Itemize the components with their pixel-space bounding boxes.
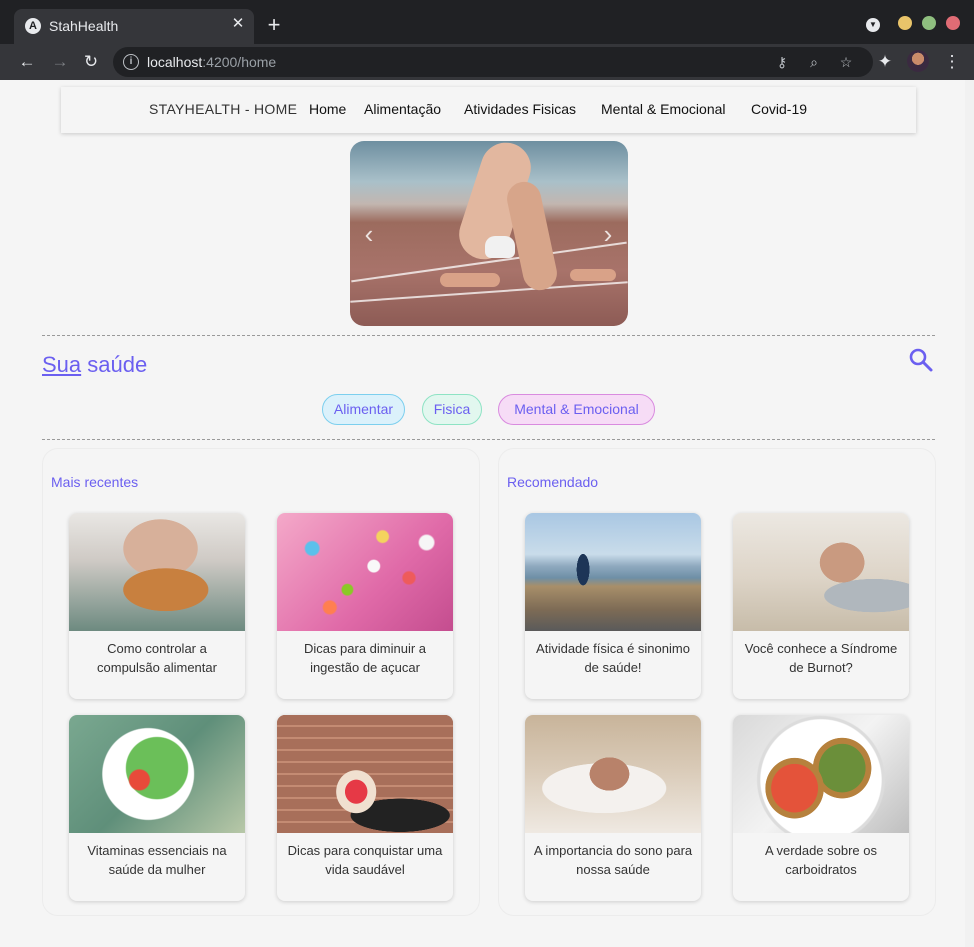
article-card[interactable]: Vitaminas essenciais na saúde da mulher [69, 715, 245, 901]
forward-arrow-icon[interactable]: → [48, 50, 72, 74]
panel-recentes: Mais recentes Como controlar a compulsão… [42, 448, 480, 916]
filter-chip-alimentar[interactable]: Alimentar [322, 394, 405, 425]
card-image [277, 715, 453, 833]
dashed-divider [42, 335, 935, 336]
browser-tabstrip: A StahHealth ✕ + ▼ [0, 0, 974, 44]
address-bar[interactable]: i localhost:4200/home ⚷ ⌕ ☆ [113, 47, 873, 77]
extensions-puzzle-icon[interactable]: ✦ [873, 50, 897, 74]
profile-avatar[interactable] [907, 50, 929, 72]
article-card[interactable]: A verdade sobre os carboidratos [733, 715, 909, 901]
window-close-button[interactable] [946, 16, 960, 30]
filter-chip-mental[interactable]: Mental & Emocional [498, 394, 655, 425]
runner-hand-image [570, 269, 616, 281]
article-card[interactable]: Dicas para diminuir a ingestão de açucar [277, 513, 453, 699]
key-icon[interactable]: ⚷ [771, 51, 793, 73]
card-title: Dicas para diminuir a ingestão de açucar [303, 641, 427, 675]
search-icon[interactable] [907, 346, 935, 374]
section-title-link[interactable]: Sua [42, 352, 81, 377]
card-image [733, 715, 909, 833]
panel-title: Mais recentes [51, 474, 139, 490]
top-navbar: STAYHEALTH - HOME Home Alimentação Ativi… [61, 87, 916, 133]
dashed-divider [42, 439, 935, 440]
bookmark-star-icon[interactable]: ☆ [835, 51, 857, 73]
card-image [525, 715, 701, 833]
filter-chip-fisica[interactable]: Fisica [422, 394, 482, 425]
article-card[interactable]: A importancia do sono para nossa saúde [525, 715, 701, 901]
url-text[interactable]: localhost:4200/home [147, 54, 276, 70]
close-tab-icon[interactable]: ✕ [230, 16, 246, 32]
window-maximize-button[interactable] [922, 16, 936, 30]
chevron-left-icon[interactable]: ‹ [359, 219, 379, 249]
card-image [277, 513, 453, 631]
card-title: Você conhece a Síndrome de Burnot? [744, 641, 898, 675]
angular-favicon-icon: A [25, 18, 41, 34]
reload-icon[interactable]: ↻ [79, 50, 103, 74]
card-title: Vitaminas essenciais na saúde da mulher [87, 843, 227, 877]
nav-link-atividades[interactable]: Atividades Fisicas [464, 101, 576, 117]
nav-link-alimentacao[interactable]: Alimentação [364, 101, 441, 117]
page-scrollbar[interactable] [965, 80, 974, 947]
page-content: STAYHEALTH - HOME Home Alimentação Ativi… [0, 80, 974, 947]
window-minimize-button[interactable] [898, 16, 912, 30]
panel-recomendado: Recomendado Atividade física é sinonimo … [498, 448, 936, 916]
section-title-rest: saúde [81, 352, 148, 377]
card-image [69, 715, 245, 833]
card-image [733, 513, 909, 631]
back-arrow-icon[interactable]: ← [15, 50, 39, 74]
card-title: A importancia do sono para nossa saúde [533, 843, 693, 877]
chevron-right-icon[interactable]: › [598, 219, 618, 249]
nav-link-covid[interactable]: Covid-19 [751, 101, 807, 117]
card-image [69, 513, 245, 631]
runner-shoe-image [485, 236, 515, 258]
runner-hand-image [440, 273, 500, 287]
nav-link-home[interactable]: Home [309, 101, 346, 117]
nav-brand[interactable]: STAYHEALTH - HOME [149, 101, 297, 117]
site-info-icon[interactable]: i [123, 54, 139, 70]
new-tab-button[interactable]: + [263, 14, 285, 36]
card-title: Dicas para conquistar uma vida saudável [287, 843, 443, 877]
article-card[interactable]: Você conhece a Síndrome de Burnot? [733, 513, 909, 699]
browser-tab[interactable]: A StahHealth ✕ [14, 9, 254, 44]
card-title: Atividade física é sinonimo de saúde! [536, 641, 690, 675]
nav-link-mental[interactable]: Mental & Emocional [601, 101, 726, 117]
article-card[interactable]: Atividade física é sinonimo de saúde! [525, 513, 701, 699]
runner-leg-image [503, 178, 561, 294]
article-card[interactable]: Dicas para conquistar uma vida saudável [277, 715, 453, 901]
tab-title: StahHealth [49, 18, 119, 34]
menu-kebab-icon[interactable]: ⋮ [940, 50, 964, 74]
section-title: Sua saúde [42, 352, 147, 378]
card-title: Como controlar a compulsão alimentar [97, 641, 217, 675]
card-image [525, 513, 701, 631]
tab-search-icon[interactable]: ▼ [866, 18, 880, 32]
article-card[interactable]: Como controlar a compulsão alimentar [69, 513, 245, 699]
hero-carousel: ‹ › [350, 141, 628, 326]
browser-toolbar: ← → ↻ i localhost:4200/home ⚷ ⌕ ☆ ✦ ⋮ [0, 44, 974, 80]
card-title: A verdade sobre os carboidratos [764, 843, 878, 877]
zoom-icon[interactable]: ⌕ [803, 51, 825, 73]
panel-title: Recomendado [507, 474, 599, 490]
